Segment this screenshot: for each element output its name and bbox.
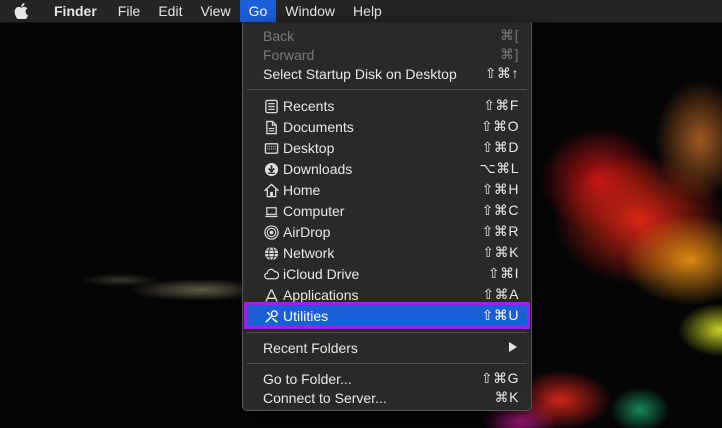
- apple-menu[interactable]: [0, 0, 42, 22]
- airdrop-icon: [263, 224, 279, 240]
- menu-item-network[interactable]: Network ⇧⌘K: [247, 242, 527, 263]
- menu-item-label: Connect to Server...: [263, 389, 387, 406]
- menu-item-shortcut: ⇧⌘U: [481, 307, 519, 323]
- menu-item-connect-to-server[interactable]: Connect to Server... ⌘K: [247, 387, 527, 408]
- menu-item-label: Computer: [283, 202, 345, 219]
- menu-item-label: iCloud Drive: [283, 265, 360, 282]
- menu-item-label: Forward: [263, 46, 315, 63]
- menubar-go[interactable]: Go: [239, 0, 277, 22]
- menu-item-select-startup-disk[interactable]: Select Startup Disk on Desktop ⇧⌘↑: [247, 63, 527, 84]
- desktop-icon: [263, 140, 279, 156]
- network-globe-icon: [263, 245, 279, 261]
- applications-icon: [263, 287, 279, 303]
- menu-item-shortcut: ⇧⌘↑: [484, 65, 519, 81]
- menu-item-label: AirDrop: [283, 223, 331, 240]
- menubar-help[interactable]: Help: [344, 0, 391, 22]
- menu-separator: [247, 363, 527, 364]
- menu-item-shortcut: ⇧⌘R: [481, 223, 519, 239]
- downloads-icon: [263, 161, 279, 177]
- menubar-view[interactable]: View: [191, 0, 239, 22]
- menu-item-utilities[interactable]: Utilities ⇧⌘U: [244, 302, 530, 329]
- menu-item-shortcut: ⇧⌘D: [481, 139, 519, 155]
- menu-item-label: Home: [283, 181, 321, 198]
- go-menu-dropdown: Back ⌘[ Forward ⌘] Select Startup Disk o…: [242, 22, 532, 411]
- menu-item-forward: Forward ⌘]: [247, 44, 527, 65]
- menu-item-shortcut: ⌥⌘L: [479, 160, 519, 176]
- menu-bar: Finder File Edit View Go Window Help: [0, 0, 722, 23]
- menu-item-label: Utilities: [283, 307, 329, 324]
- menubar-file[interactable]: File: [109, 0, 150, 22]
- menu-item-shortcut: ⇧⌘K: [482, 244, 519, 260]
- menu-item-shortcut: ⇧⌘C: [481, 202, 519, 218]
- menu-item-airdrop[interactable]: AirDrop ⇧⌘R: [247, 221, 527, 242]
- menu-item-shortcut: ⌘]: [500, 46, 519, 62]
- cloud-icon: [263, 266, 279, 282]
- menu-item-documents[interactable]: Documents ⇧⌘O: [247, 116, 527, 137]
- menu-item-shortcut: ⇧⌘H: [481, 181, 519, 197]
- menu-item-label: Recent Folders: [263, 339, 358, 356]
- apple-logo-icon: [14, 3, 28, 19]
- menu-item-label: Network: [283, 244, 335, 261]
- menu-item-downloads[interactable]: Downloads ⌥⌘L: [247, 158, 527, 179]
- menu-item-shortcut: ⇧⌘F: [483, 97, 519, 113]
- menu-item-label: Select Startup Disk on Desktop: [263, 65, 457, 82]
- menu-item-computer[interactable]: Computer ⇧⌘C: [247, 200, 527, 221]
- menu-item-label: Applications: [283, 286, 359, 303]
- menu-item-shortcut: ⇧⌘O: [480, 118, 519, 134]
- documents-icon: [263, 119, 279, 135]
- menu-item-shortcut: ⇧⌘I: [487, 265, 519, 281]
- menu-item-desktop[interactable]: Desktop ⇧⌘D: [247, 137, 527, 158]
- menu-separator: [247, 89, 527, 90]
- menu-item-applications[interactable]: Applications ⇧⌘A: [247, 284, 527, 305]
- menu-item-label: Go to Folder...: [263, 370, 352, 387]
- computer-icon: [263, 203, 279, 219]
- submenu-arrow-icon: [509, 342, 517, 352]
- menubar-edit[interactable]: Edit: [149, 0, 191, 22]
- menu-item-label: Desktop: [283, 139, 335, 156]
- menu-item-home[interactable]: Home ⇧⌘H: [247, 179, 527, 200]
- home-icon: [263, 182, 279, 198]
- menu-item-shortcut: ⇧⌘A: [482, 286, 519, 302]
- menubar-window[interactable]: Window: [276, 0, 344, 22]
- menu-item-recents[interactable]: Recents ⇧⌘F: [247, 95, 527, 116]
- menu-item-shortcut: ⌘[: [500, 27, 519, 43]
- menu-item-shortcut: ⇧⌘G: [480, 370, 519, 386]
- menu-item-recent-folders[interactable]: Recent Folders: [247, 337, 527, 358]
- menubar-app-finder[interactable]: Finder: [42, 0, 109, 22]
- menu-item-go-to-folder[interactable]: Go to Folder... ⇧⌘G: [247, 368, 527, 389]
- menu-item-back: Back ⌘[: [247, 25, 527, 46]
- menu-item-icloud-drive[interactable]: iCloud Drive ⇧⌘I: [247, 263, 527, 284]
- menu-separator: [247, 332, 527, 333]
- menu-item-label: Recents: [283, 97, 335, 114]
- menu-item-label: Downloads: [283, 160, 353, 177]
- menu-item-label: Back: [263, 27, 295, 44]
- menu-item-shortcut: ⌘K: [494, 389, 519, 405]
- recents-icon: [263, 98, 279, 114]
- utilities-tools-icon: [263, 308, 279, 324]
- menu-item-label: Documents: [283, 118, 354, 135]
